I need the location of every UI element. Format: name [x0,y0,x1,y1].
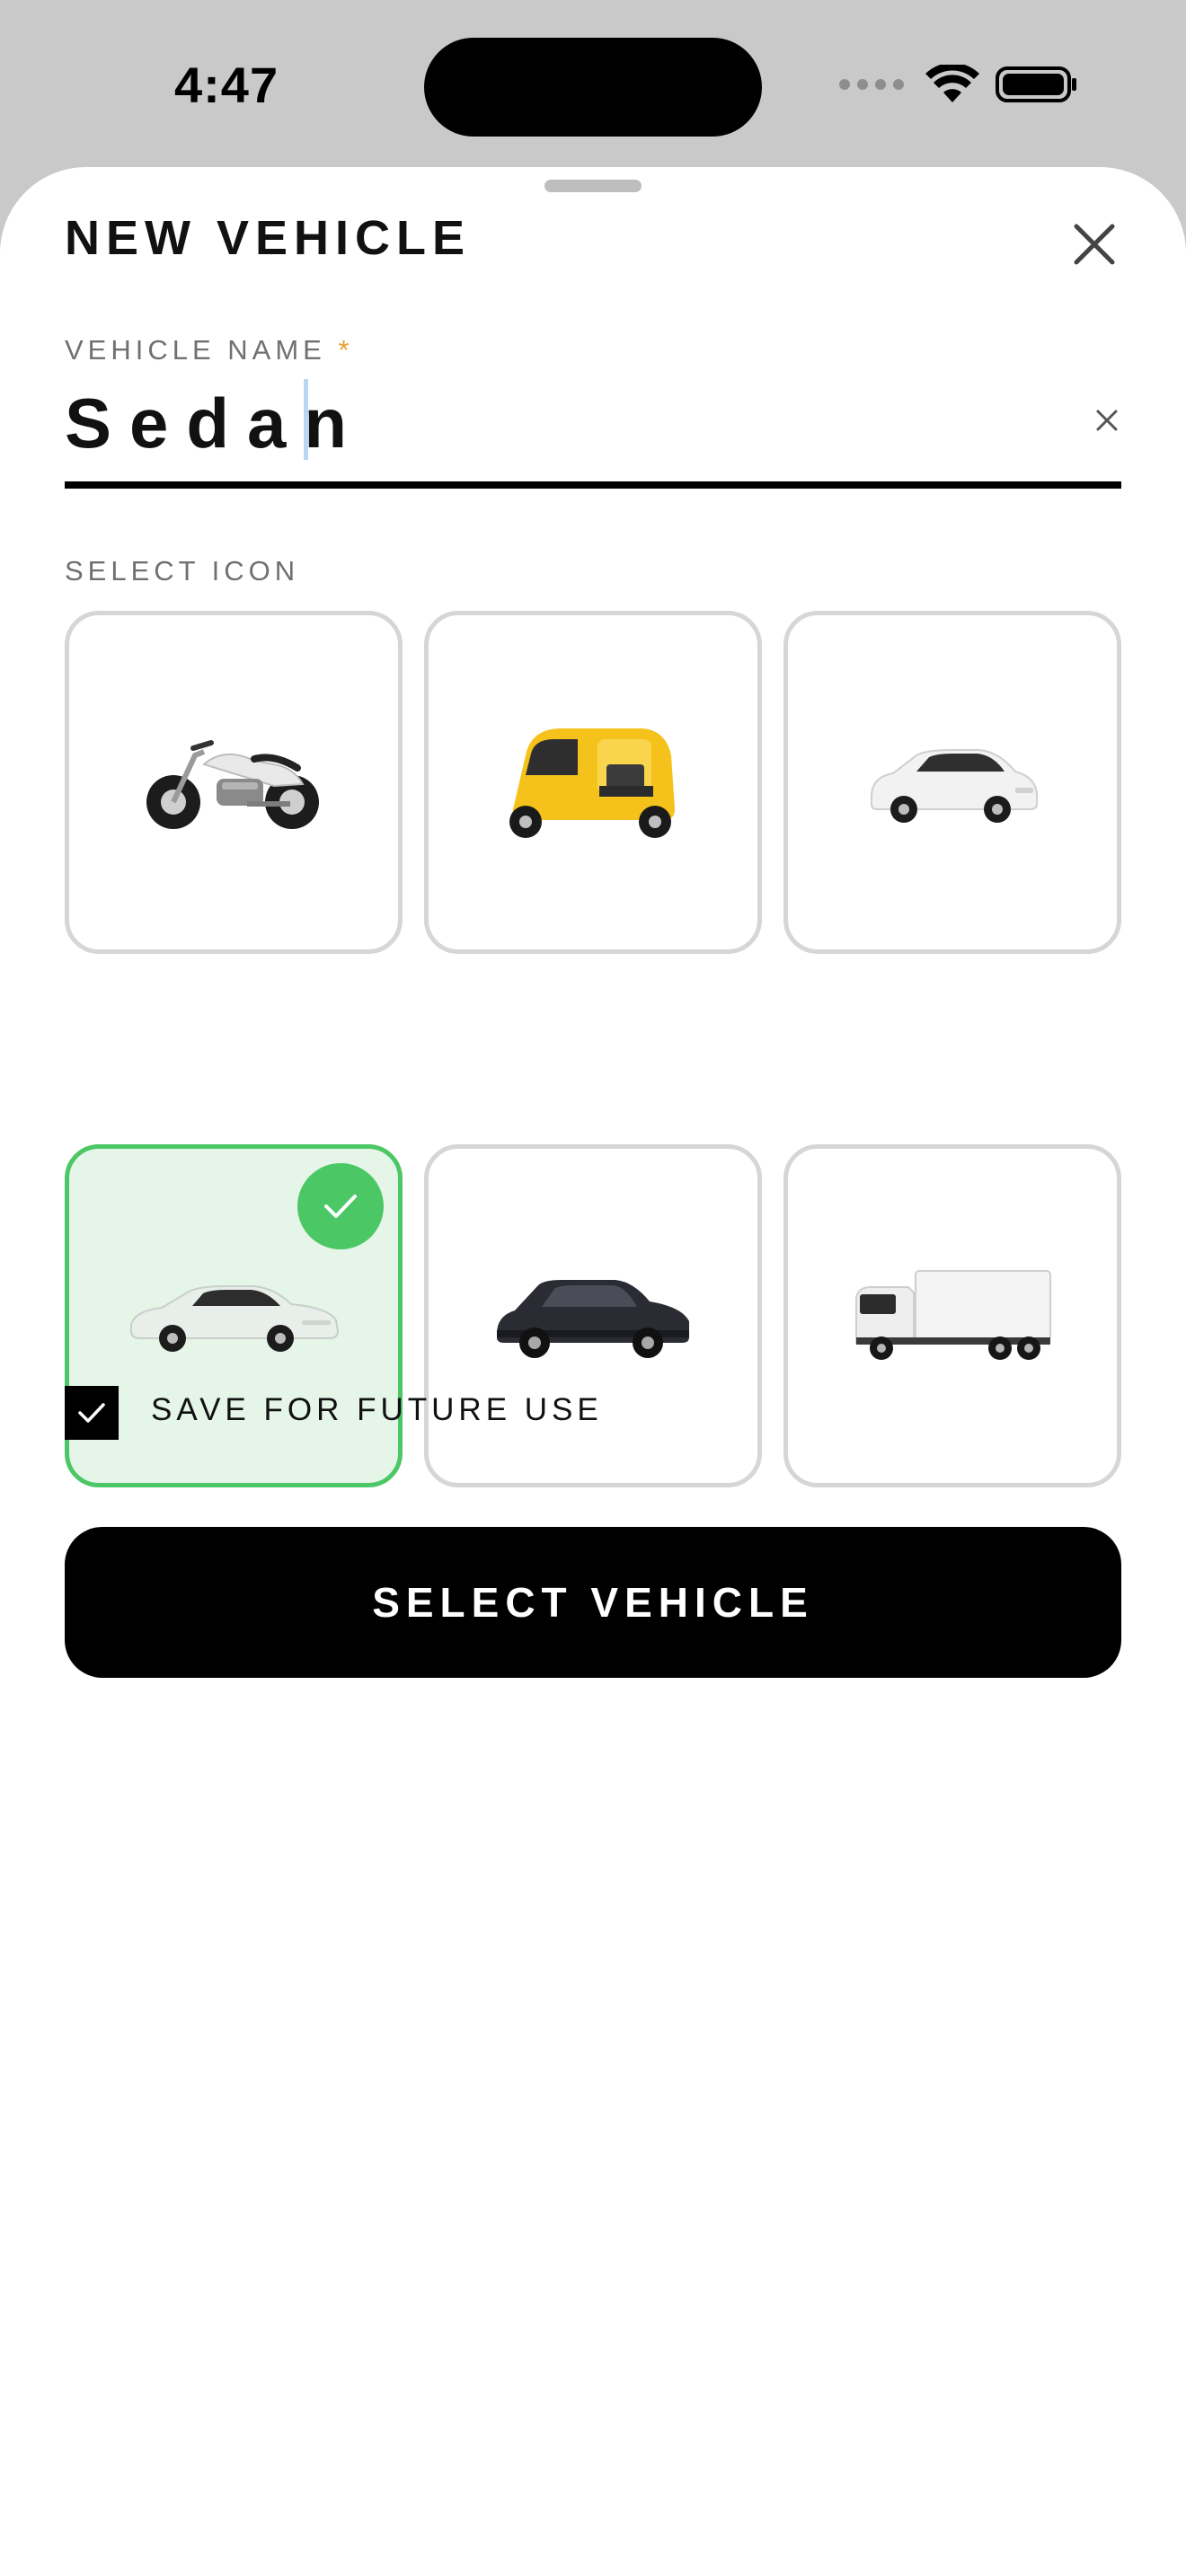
hatchback-icon [871,749,1038,823]
required-mark: * [338,334,354,366]
status-icons [839,65,1078,104]
truck-icon [855,1270,1051,1360]
selected-check-badge [297,1163,384,1249]
clear-icon [1096,410,1118,431]
sheet-grabber[interactable] [544,180,642,192]
close-button[interactable] [1066,216,1123,273]
motorcycle-icon [146,740,319,829]
icon-option-hatchback[interactable] [783,611,1121,954]
sedan-icon [130,1285,340,1352]
text-caret [304,379,308,460]
checkmark-icon [324,1195,357,1218]
vehicle-name-input[interactable] [65,374,1031,472]
icon-option-motorcycle[interactable] [65,611,403,954]
vehicle-name-label: VEHICLE NAME * [65,334,354,366]
icon-option-auto-rickshaw[interactable] [424,611,762,954]
save-for-future-label[interactable]: SAVE FOR FUTURE USE [151,1392,603,1428]
dynamic-island [424,38,762,137]
checkmark-icon [78,1403,105,1423]
cellular-signal-icon [839,79,904,90]
select-icon-label: SELECT ICON [65,555,300,587]
sheet-title: NEW VEHICLE [65,211,472,265]
wifi-icon [925,65,979,102]
icon-option-truck[interactable] [783,1144,1121,1487]
icon-option-suv[interactable] [424,1144,762,1487]
battery-icon [996,66,1076,102]
auto-rickshaw-icon [509,728,675,838]
clear-button[interactable] [1089,402,1125,438]
close-icon [1074,224,1115,265]
status-time: 4:47 [174,57,279,113]
save-for-future-checkbox[interactable] [65,1386,119,1440]
select-vehicle-button[interactable]: SELECT VEHICLE [65,1527,1121,1678]
suv-icon [497,1280,689,1358]
vehicle-name-label-text: VEHICLE NAME [65,334,326,366]
input-underline [65,481,1121,489]
new-vehicle-sheet: NEW VEHICLE VEHICLE NAME * SELECT ICON [0,167,1186,2576]
